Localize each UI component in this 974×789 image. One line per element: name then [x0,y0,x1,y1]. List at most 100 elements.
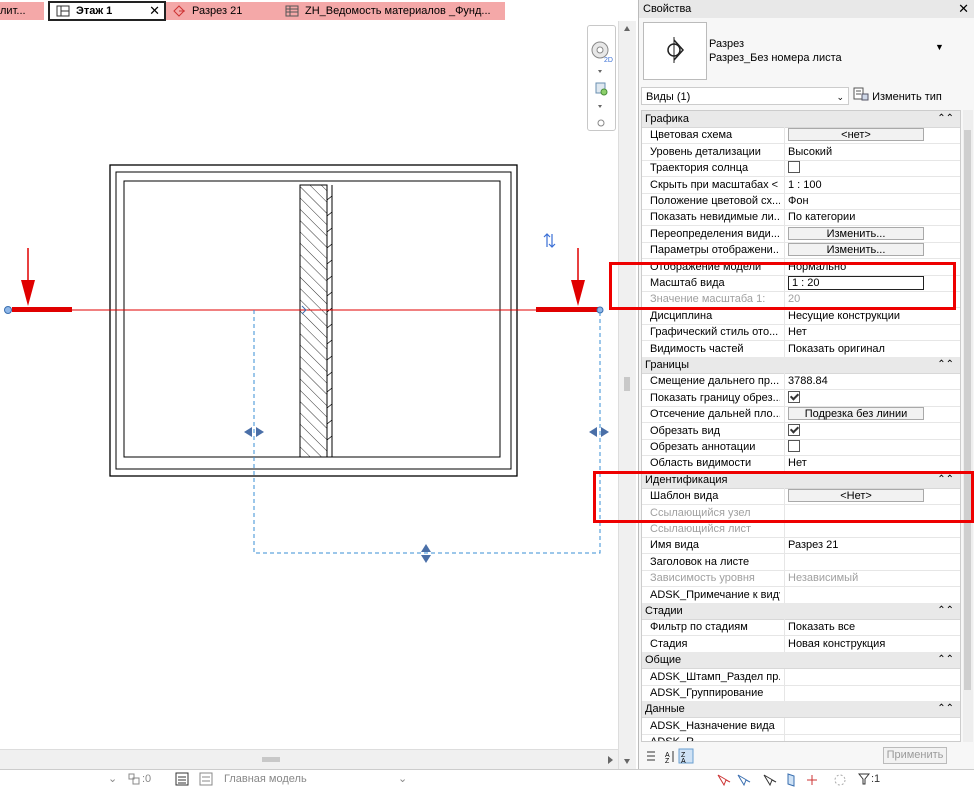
property-value-cell[interactable]: Новая конструкция [784,636,960,652]
property-value-cell[interactable]: Независимый [784,570,960,586]
property-value-button[interactable]: Изменить... [788,243,924,256]
active-workset[interactable]: Главная модель [224,773,307,785]
property-value-cell[interactable] [784,160,960,176]
edit-type-button[interactable]: Изменить тип [853,87,942,107]
tab-floor-1[interactable]: Этаж 1 ✕ [48,1,166,21]
tab-material-schedule[interactable]: ZH_Ведомость материалов _Фунд... [279,2,505,20]
property-row[interactable]: Показать границу обрез... [642,390,960,407]
group-header[interactable]: Данные ⌃⌃ [642,701,960,718]
property-value[interactable]: 1 : 100 [788,179,822,191]
tab-section-21[interactable]: Разрез 21 [166,2,279,20]
property-value-cell[interactable] [784,521,960,537]
apply-button[interactable]: Применить [883,747,947,764]
property-value-button[interactable]: Подрезка без линии [788,407,924,420]
property-row[interactable]: Отсечение дальней пло... Подрезка без лин… [642,406,960,423]
property-value[interactable]: Несущие конструкции [788,310,900,322]
filter-icon[interactable] [857,772,871,789]
property-row[interactable]: Параметры отображени... Изменить... [642,242,960,259]
property-value[interactable]: Показать все [788,621,855,633]
collapse-icon[interactable]: ⌃⌃ [937,603,954,619]
property-value-cell[interactable]: По категории [784,209,960,225]
property-value[interactable]: Фон [788,195,809,207]
collapse-icon[interactable]: ⌃⌃ [937,701,954,717]
property-checkbox[interactable] [788,440,800,453]
property-value-cell[interactable]: Разрез 21 [784,537,960,553]
property-value-cell[interactable] [784,587,960,603]
property-value-cell[interactable] [784,554,960,570]
property-row[interactable]: Положение цветовой сх... Фон [642,193,960,210]
property-value-cell[interactable]: 3788.84 [784,373,960,389]
property-row[interactable]: ADSK_Штамп_Раздел пр... [642,669,960,686]
property-row[interactable]: Стадия Новая конструкция [642,636,960,653]
drawing-canvas[interactable] [0,21,618,749]
property-row[interactable]: ADSK_Группирование [642,685,960,702]
property-row[interactable]: Зависимость уровня Независимый [642,570,960,587]
property-row[interactable]: Фильтр по стадиям Показать все [642,619,960,636]
select-links-icon[interactable] [128,773,140,788]
property-row[interactable]: Имя вида Разрез 21 [642,537,960,554]
chevron-down-icon[interactable]: ⌄ [108,772,117,785]
property-value-cell[interactable]: Показать оригинал [784,341,960,357]
property-row[interactable]: ADSK_R... [642,734,960,741]
design-options-icon[interactable] [199,772,213,789]
property-value[interactable]: Независимый [788,572,858,584]
property-row[interactable]: Переопределения види... Изменить... [642,226,960,243]
property-value[interactable]: 3788.84 [788,375,828,387]
properties-scrollbar[interactable] [963,110,973,742]
group-header[interactable]: Границы ⌃⌃ [642,357,960,374]
tab-site[interactable]: лит... [0,2,44,20]
property-row[interactable]: Графический стиль ото... Нет [642,324,960,341]
property-value[interactable]: Разрез 21 [788,539,838,551]
property-value-cell[interactable] [784,669,960,685]
type-dropdown-icon[interactable]: ▼ [935,42,944,52]
property-value-cell[interactable]: Нет [784,455,960,471]
group-header[interactable]: Графика ⌃⌃ [642,111,960,128]
property-value-cell[interactable]: 1 : 100 [784,177,960,193]
property-checkbox[interactable] [788,391,800,404]
scroll-thumb[interactable] [964,130,971,690]
property-value-cell[interactable] [784,685,960,701]
property-checkbox[interactable] [788,424,800,437]
property-row[interactable]: Показать невидимые ли... По категории [642,209,960,226]
property-row[interactable]: ADSK_Примечание к виду [642,587,960,604]
property-row[interactable]: Обрезать аннотации [642,439,960,456]
canvas-horizontal-scrollbar[interactable] [0,749,618,770]
property-value-cell[interactable]: Несущие конструкции [784,308,960,324]
property-checkbox[interactable] [788,161,800,174]
property-value-cell[interactable]: <нет> [784,127,960,143]
canvas-vertical-scrollbar[interactable] [618,21,636,769]
property-row[interactable]: Видимость частей Показать оригинал [642,341,960,358]
property-row[interactable]: Обрезать вид [642,423,960,440]
collapse-icon[interactable]: ⌃⌃ [937,652,954,668]
property-value-cell[interactable]: Фон [784,193,960,209]
close-tab-icon[interactable]: ✕ [149,3,160,19]
property-value[interactable]: Нет [788,457,807,469]
property-row[interactable]: Область видимости Нет [642,455,960,472]
group-header[interactable]: Общие ⌃⌃ [642,652,960,669]
property-value-button[interactable]: Изменить... [788,227,924,240]
property-value-cell[interactable] [784,734,960,741]
property-row[interactable]: Траектория солнца [642,160,960,177]
property-value-cell[interactable]: Высокий [784,144,960,160]
property-row[interactable]: Смещение дальнего пр... 3788.84 [642,373,960,390]
property-value-cell[interactable]: Изменить... [784,242,960,258]
property-value[interactable]: Новая конструкция [788,638,885,650]
property-row[interactable]: Скрыть при масштабах < 1 : 100 [642,177,960,194]
property-row[interactable]: Дисциплина Несущие конструкции [642,308,960,325]
close-panel-icon[interactable]: ✕ [958,0,969,18]
property-value[interactable]: Высокий [788,146,832,158]
property-row[interactable]: Цветовая схема <нет> [642,127,960,144]
instance-filter-dropdown[interactable]: Виды (1) ⌄ [641,87,849,105]
property-row[interactable]: Ссылающийся лист [642,521,960,538]
collapse-icon[interactable]: ⌃⌃ [937,357,954,373]
property-value[interactable]: Нет [788,326,807,338]
property-value[interactable]: Показать оригинал [788,343,885,355]
property-value-button[interactable]: <нет> [788,128,924,141]
worksets-icon[interactable] [175,772,189,789]
property-value-cell[interactable]: Изменить... [784,226,960,242]
chevron-down-icon[interactable]: ⌄ [398,772,407,785]
property-row[interactable]: Заголовок на листе [642,554,960,571]
group-header[interactable]: Стадии ⌃⌃ [642,603,960,620]
property-value-cell[interactable] [784,390,960,406]
property-value-cell[interactable] [784,718,960,734]
